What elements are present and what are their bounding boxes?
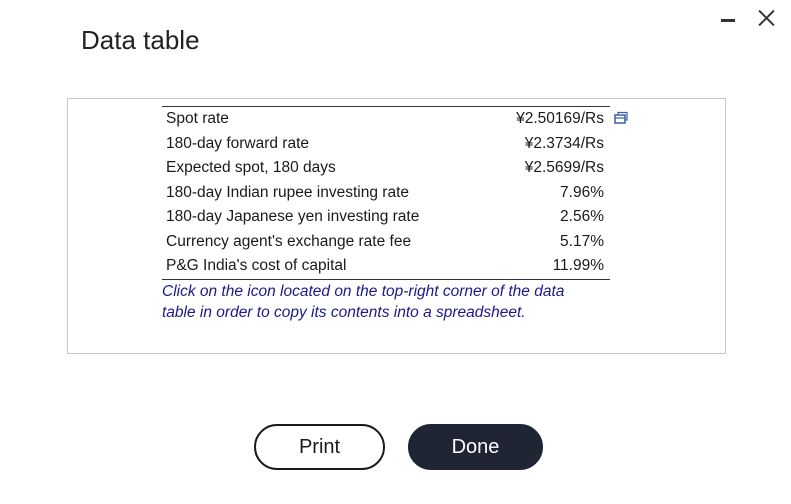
table-row: P&G India's cost of capital 11.99%: [162, 254, 610, 279]
dialog-title: Data table: [81, 25, 200, 55]
table-row: 180-day forward rate ¥2.3734/Rs: [162, 132, 610, 157]
row-value: ¥2.5699/Rs: [524, 159, 604, 176]
print-button[interactable]: Print: [254, 424, 385, 470]
row-label: 180-day Indian rupee investing rate: [166, 183, 409, 201]
row-label: P&G India's cost of capital: [166, 257, 347, 274]
done-button[interactable]: Done: [408, 424, 543, 470]
row-label: 180-day forward rate: [166, 134, 310, 152]
row-label: Currency agent's exchange rate fee: [166, 232, 412, 250]
table-row: Currency agent's exchange rate fee 5.17%: [162, 230, 610, 255]
table-row: Spot rate ¥2.50169/Rs: [162, 107, 610, 132]
copy-instructions-note: Click on the icon located on the top-rig…: [162, 283, 565, 321]
row-label: Expected spot, 180 days: [166, 159, 336, 176]
row-value: ¥2.3734/Rs: [524, 134, 604, 152]
row-label: 180-day Japanese yen investing rate: [166, 208, 420, 225]
row-value: 11.99%: [552, 257, 604, 274]
row-label: Spot rate: [166, 110, 229, 127]
row-value: 2.56%: [560, 208, 604, 225]
window-controls: [715, 6, 777, 30]
copy-to-spreadsheet-icon[interactable]: [614, 111, 628, 125]
table-row: 180-day Indian rupee investing rate 7.96…: [162, 181, 610, 206]
row-value: 7.96%: [560, 183, 604, 201]
row-value: 5.17%: [560, 232, 604, 250]
minimize-icon[interactable]: [715, 6, 739, 30]
close-icon[interactable]: [753, 6, 777, 30]
data-table: Spot rate ¥2.50169/Rs 180-day forward ra…: [162, 106, 610, 280]
table-row: 180-day Japanese yen investing rate 2.56…: [162, 205, 610, 230]
row-value: ¥2.50169/Rs: [516, 110, 604, 127]
table-row: Expected spot, 180 days ¥2.5699/Rs: [162, 156, 610, 181]
